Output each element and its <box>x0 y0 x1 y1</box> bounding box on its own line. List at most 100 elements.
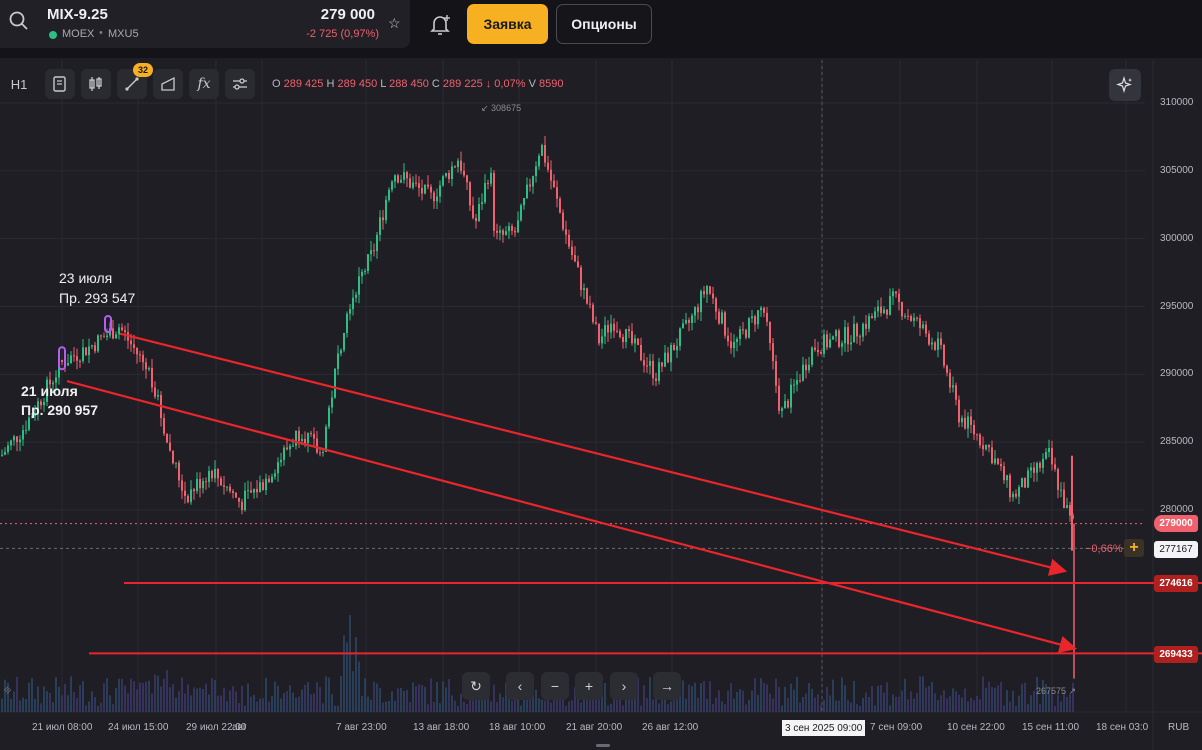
volume-bar <box>238 703 240 712</box>
search-icon[interactable] <box>8 10 30 32</box>
go-to-end-button[interactable]: → <box>653 672 681 700</box>
candle-body <box>442 176 444 186</box>
candle-body <box>1033 467 1035 473</box>
volume-bar <box>1009 701 1011 712</box>
options-button[interactable]: Опционы <box>556 4 652 44</box>
add-plus-button[interactable]: + <box>1124 539 1144 557</box>
candle-body <box>514 230 516 233</box>
volume-bar <box>427 704 429 712</box>
notes-icon[interactable] <box>45 69 75 99</box>
candle-body <box>721 312 723 324</box>
level1-price-tag: 274616 <box>1154 575 1198 592</box>
volume-bar <box>643 685 645 712</box>
candle-body <box>118 327 120 335</box>
scroll-right-button[interactable]: › <box>610 672 638 700</box>
volume-bar <box>970 697 972 712</box>
favorite-star-icon[interactable]: ☆ <box>388 15 401 32</box>
volume-bar <box>550 702 552 712</box>
candle-body <box>739 329 741 339</box>
candle-body <box>523 198 525 206</box>
candle-body <box>880 306 882 314</box>
volume-bar <box>145 681 147 712</box>
volume-bar <box>364 678 366 712</box>
volume-bar <box>1057 694 1059 712</box>
volume-bar <box>880 685 882 712</box>
candle-body <box>331 397 333 408</box>
volume-bar <box>841 677 843 712</box>
volume-bar <box>766 684 768 712</box>
candle-body <box>709 286 711 294</box>
candle-body <box>928 333 930 345</box>
candle-body <box>646 365 648 367</box>
volume-bar <box>688 684 690 712</box>
candle-body <box>439 185 441 197</box>
candle-body <box>280 459 282 463</box>
candle-body <box>22 430 24 440</box>
high-label: H <box>326 78 335 90</box>
zoom-out-button[interactable]: − <box>541 672 569 700</box>
candle-body <box>826 334 828 348</box>
candle-body <box>1051 447 1053 465</box>
candle-type-icon[interactable] <box>81 69 111 99</box>
order-button[interactable]: Заявка <box>467 4 548 44</box>
open-value: 289 425 <box>283 78 324 90</box>
candle-body <box>364 271 366 273</box>
volume-bar <box>112 703 114 712</box>
candle-body <box>412 182 414 188</box>
candle-body <box>1042 458 1044 468</box>
candle-body <box>55 377 57 383</box>
volume-bar <box>994 687 996 712</box>
volume-bar <box>205 683 207 712</box>
candle-body <box>193 489 195 492</box>
ai-sparkle-button[interactable] <box>1109 69 1141 101</box>
volume-bar <box>193 687 195 712</box>
volume-bar <box>451 695 453 712</box>
candle-body <box>367 254 369 272</box>
volume-bar <box>13 691 15 712</box>
candle-body <box>328 407 330 427</box>
reset-view-button[interactable]: ↻ <box>462 672 490 700</box>
volume-bar <box>787 697 789 712</box>
volume-bar <box>541 699 543 712</box>
shapes-icon[interactable] <box>153 69 183 99</box>
volume-bar <box>142 682 144 712</box>
price-chart[interactable] <box>0 60 1202 750</box>
candle-body <box>235 492 237 498</box>
volume-bar <box>235 691 237 712</box>
bottom-drag-handle[interactable] <box>596 744 610 747</box>
candle-body <box>196 478 198 492</box>
volume-bar <box>262 698 264 712</box>
scroll-left-button[interactable]: ‹ <box>506 672 534 700</box>
candle-body <box>334 368 336 398</box>
volume-bar <box>289 685 291 712</box>
indicators-fx-icon[interactable]: fx <box>189 69 219 99</box>
zoom-in-button[interactable]: + <box>575 672 603 700</box>
settings-sliders-icon[interactable] <box>225 69 255 99</box>
candle-body <box>247 490 249 492</box>
volume-bar <box>829 695 831 712</box>
candle-body <box>343 332 345 351</box>
interval-button[interactable]: H1 <box>4 69 34 99</box>
candle-body <box>628 329 630 332</box>
candle-body <box>454 166 456 168</box>
candle-body <box>688 320 690 323</box>
candle-body <box>163 417 165 434</box>
candle-body <box>538 155 540 167</box>
candle-body <box>1000 464 1002 467</box>
ticker-panel[interactable]: MIX-9.25 MOEX • MXU5 279 000 -2 725 (0,9… <box>0 0 410 48</box>
volume-bar <box>733 698 735 712</box>
x-tick-label: 13 авг 18:00 <box>413 722 470 733</box>
candle-body <box>475 217 477 222</box>
july21-date-label: 21 июля <box>21 383 78 399</box>
volume-bar <box>322 703 324 712</box>
volume-bar <box>868 696 870 712</box>
volume-bar <box>268 701 270 712</box>
candle-body <box>217 469 219 479</box>
candle-body <box>1039 463 1041 468</box>
symbol-name: MIX-9.25 <box>47 6 108 23</box>
candle-body <box>757 310 759 325</box>
candle-body <box>94 345 96 352</box>
candle-body <box>622 337 624 342</box>
bell-plus-icon[interactable] <box>428 12 452 36</box>
volume-bar <box>199 687 201 712</box>
